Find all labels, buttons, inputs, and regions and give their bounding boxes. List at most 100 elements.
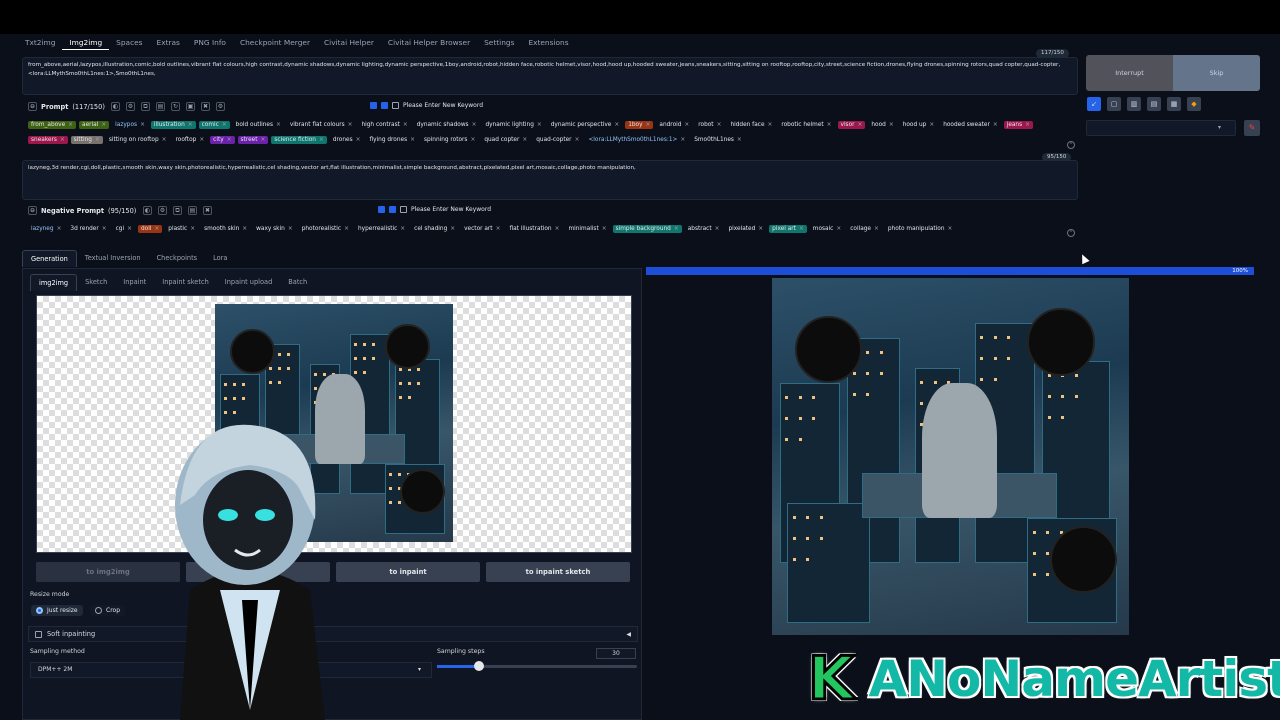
remove-tag-icon[interactable]: × — [95, 137, 100, 143]
collapse-chevron-icon[interactable]: ⌃ — [1067, 141, 1075, 149]
clipboard-icon[interactable]: ▤ — [1147, 97, 1161, 111]
remove-tag-icon[interactable]: × — [522, 137, 527, 143]
remove-tag-icon[interactable]: × — [199, 137, 204, 143]
tab-generation[interactable]: Generation — [22, 250, 77, 267]
resize-crop-radio[interactable]: Crop — [90, 605, 126, 616]
keyword-tag[interactable]: quad-copter × — [533, 136, 582, 144]
remove-tag-icon[interactable]: × — [190, 226, 195, 232]
keyword-tag[interactable]: vibrant flat colours × — [287, 121, 356, 129]
checkbox-icon[interactable] — [35, 630, 42, 638]
remove-tag-icon[interactable]: × — [403, 122, 408, 128]
remove-tag-icon[interactable]: × — [356, 137, 361, 143]
remove-tag-icon[interactable]: × — [680, 137, 685, 143]
remove-tag-icon[interactable]: × — [758, 226, 763, 232]
paste-icon[interactable]: ▤ — [156, 102, 165, 111]
arrow-icon[interactable]: ↙ — [1087, 97, 1101, 111]
remove-tag-icon[interactable]: × — [929, 122, 934, 128]
resize-just-resize-radio[interactable]: Just resize — [31, 605, 83, 616]
keyword-tag[interactable]: street × — [237, 136, 269, 144]
keyword-tag[interactable]: cgi × — [113, 225, 135, 233]
remove-tag-icon[interactable]: × — [348, 122, 353, 128]
remove-tag-icon[interactable]: × — [768, 122, 773, 128]
remove-tag-icon[interactable]: × — [737, 137, 742, 143]
tab-spaces[interactable]: Spaces — [109, 36, 149, 50]
remove-tag-icon[interactable]: × — [450, 226, 455, 232]
interrupt-button[interactable]: Interrupt — [1086, 55, 1173, 91]
keyword-tag[interactable]: jeans × — [1003, 121, 1033, 129]
tab-checkpoint-merger[interactable]: Checkpoint Merger — [233, 36, 317, 50]
keyword-tag[interactable]: doll × — [137, 225, 163, 233]
tab-img2img[interactable]: Img2img — [62, 36, 110, 50]
keyword-tag[interactable]: hooded sweater × — [940, 121, 1001, 129]
remove-tag-icon[interactable]: × — [799, 226, 804, 232]
keyword-tag[interactable]: hood up × — [900, 121, 938, 129]
remove-tag-icon[interactable]: × — [874, 226, 879, 232]
keyword-tag[interactable]: robot × — [695, 121, 724, 129]
keyword-tag[interactable]: from_above × — [28, 121, 77, 129]
keyword-tag[interactable]: rooftop × — [173, 136, 208, 144]
negative-prompt-textarea[interactable]: lazyneg,3d render,cgi,doll,plastic,smoot… — [22, 160, 1078, 200]
keyword-tag[interactable]: sneakers × — [28, 136, 68, 144]
remove-tag-icon[interactable]: × — [470, 137, 475, 143]
remove-tag-icon[interactable]: × — [344, 226, 349, 232]
keyword-tag[interactable]: waxy skin × — [253, 225, 296, 233]
remove-tag-icon[interactable]: × — [276, 122, 281, 128]
trash-icon[interactable]: ✖ — [201, 102, 210, 111]
keyword-tag[interactable]: sitting × — [70, 136, 103, 144]
keyword-tag[interactable]: science fiction × — [271, 136, 327, 144]
keyword-tag[interactable]: smooth skin × — [201, 225, 250, 233]
keyword-tag[interactable]: high contrast × — [358, 121, 410, 129]
undo-icon[interactable]: ◐ — [143, 206, 152, 215]
tab-png-info[interactable]: PNG Info — [187, 36, 233, 50]
trash-icon[interactable]: ▥ — [1127, 97, 1141, 111]
remove-tag-icon[interactable]: × — [537, 122, 542, 128]
package-icon[interactable]: ◆ — [1187, 97, 1201, 111]
remove-tag-icon[interactable]: × — [242, 226, 247, 232]
checkbox-icon[interactable] — [389, 206, 396, 213]
keyword-tag[interactable]: simple background × — [612, 225, 682, 233]
keyword-tag[interactable]: collage × — [847, 225, 882, 233]
keyword-tag[interactable]: lazypos × — [112, 121, 148, 129]
remove-tag-icon[interactable]: × — [889, 122, 894, 128]
settings-icon[interactable]: ⚙ — [216, 102, 225, 111]
keyword-tag[interactable]: abstract × — [685, 225, 723, 233]
copy-icon[interactable]: ⧉ — [141, 102, 150, 111]
remove-tag-icon[interactable]: × — [614, 122, 619, 128]
remove-tag-icon[interactable]: × — [602, 226, 607, 232]
remove-tag-icon[interactable]: × — [646, 122, 651, 128]
checkbox-icon[interactable] — [378, 206, 385, 213]
checkbox-icon[interactable] — [381, 102, 388, 109]
remove-tag-icon[interactable]: × — [188, 122, 193, 128]
keyword-tag[interactable]: dynamic perspective × — [548, 121, 622, 129]
keyword-tag[interactable]: hood × — [868, 121, 896, 129]
remove-tag-icon[interactable]: × — [222, 122, 227, 128]
keyword-tag[interactable]: minimalist × — [565, 225, 609, 233]
keyword-tag[interactable]: city × — [210, 136, 235, 144]
remove-tag-icon[interactable]: × — [993, 122, 998, 128]
keyword-tag[interactable]: plastic × — [165, 225, 198, 233]
keyword-tag[interactable]: robotic helmet × — [778, 121, 834, 129]
keyword-tag[interactable]: <lora:LLMythSmo0thL1nes:1> × — [585, 136, 688, 144]
tab-textual-inversion[interactable]: Textual Inversion — [77, 250, 149, 267]
checkbox-icon[interactable] — [400, 206, 407, 213]
tab-inpaint-sketch[interactable]: Inpaint sketch — [154, 274, 217, 291]
keyword-tag[interactable]: Smo0thL1nes × — [691, 136, 745, 144]
keyword-tag[interactable]: comic × — [198, 121, 230, 129]
remove-tag-icon[interactable]: × — [140, 122, 145, 128]
keyword-tag[interactable]: drones × — [330, 136, 364, 144]
checkbox-icon[interactable] — [392, 102, 399, 109]
remove-tag-icon[interactable]: × — [684, 122, 689, 128]
paste-icon[interactable]: ▤ — [188, 206, 197, 215]
keyword-tag[interactable]: flying drones × — [366, 136, 418, 144]
collapse-chevron-icon[interactable]: ⌃ — [1067, 229, 1075, 237]
remove-tag-icon[interactable]: × — [162, 137, 167, 143]
collapse-icon[interactable]: ⊖ — [28, 206, 37, 215]
gear-icon[interactable]: ⚙ — [158, 206, 167, 215]
copy-icon[interactable]: ⧉ — [173, 206, 182, 215]
keyword-tag[interactable]: photo manipulation × — [885, 225, 956, 233]
remove-tag-icon[interactable]: × — [1025, 122, 1030, 128]
remove-tag-icon[interactable]: × — [57, 226, 62, 232]
keyword-tag[interactable]: photorealistic × — [299, 225, 352, 233]
remove-tag-icon[interactable]: × — [288, 226, 293, 232]
tab-inpaint-upload[interactable]: Inpaint upload — [217, 274, 281, 291]
